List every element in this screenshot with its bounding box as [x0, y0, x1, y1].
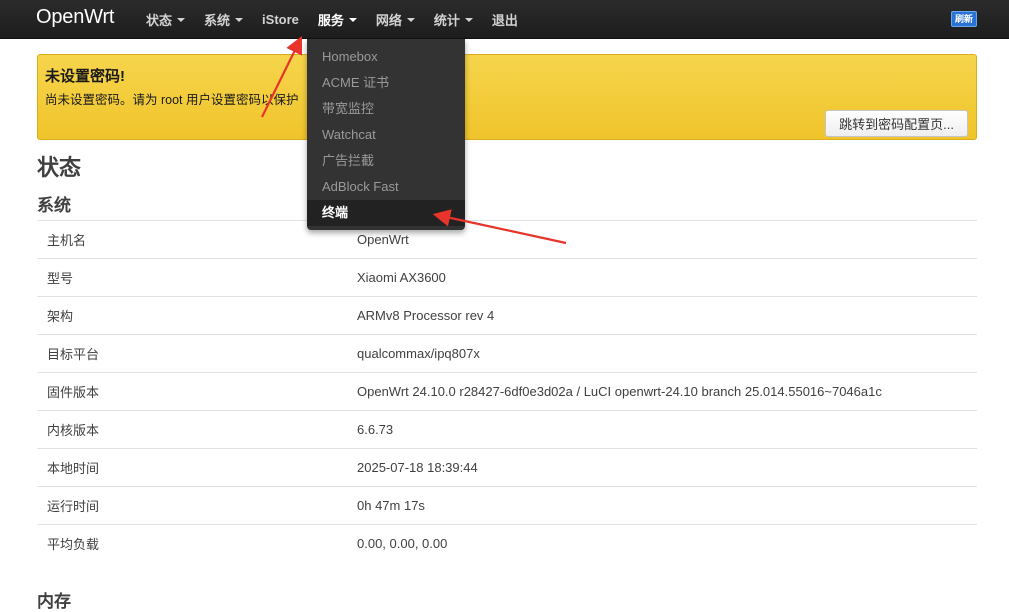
table-row: 主机名 OpenWrt [37, 220, 977, 259]
info-value: 2025-07-18 18:39:44 [357, 460, 478, 475]
caret-down-icon [464, 17, 473, 22]
menu-item-adblock-fast[interactable]: AdBlock Fast [307, 174, 465, 200]
nav-system[interactable]: 系统 [204, 10, 244, 29]
info-key: 固件版本 [47, 385, 100, 400]
info-key: 目标平台 [47, 347, 100, 362]
info-value: OpenWrt 24.10.0 r28427-6df0e3d02a / LuCI… [357, 384, 882, 399]
caret-down-icon [177, 17, 186, 22]
nav-status[interactable]: 状态 [146, 10, 186, 29]
info-value: ARMv8 Processor rev 4 [357, 308, 495, 323]
table-row: 本地时间 2025-07-18 18:39:44 [37, 448, 977, 487]
services-dropdown-menu: Homebox ACME 证书 带宽监控 Watchcat 广告拦截 AdBlo… [307, 39, 465, 230]
table-row: 固件版本 OpenWrt 24.10.0 r28427-6df0e3d02a /… [37, 372, 977, 411]
nav-services-label: 服务 [317, 12, 344, 28]
top-navbar: OpenWrt 状态 系统 iStore 服务 网络 统计 退出 刷新 [0, 0, 1009, 39]
info-value: 0.00, 0.00, 0.00 [357, 536, 448, 552]
table-row: 目标平台 qualcommax/ipq807x [37, 334, 977, 373]
table-row: 架构 ARMv8 Processor rev 4 [37, 296, 977, 335]
info-value: 0h 47m 17s [357, 498, 425, 513]
menu-item-acme[interactable]: ACME 证书 [307, 70, 465, 96]
table-row: 平均负载 0.00, 0.00, 0.00 [37, 524, 977, 563]
nav-istore-label: iStore [262, 11, 299, 27]
alert-text: 尚未设置密码。请为 root 用户设置密码以保护 [45, 93, 299, 107]
system-section-title: 系统 [37, 196, 71, 215]
info-key: 本地时间 [47, 461, 100, 476]
system-info-table: 主机名 OpenWrt 型号 Xiaomi AX3600 架构 ARMv8 Pr… [37, 220, 977, 563]
info-value: qualcommax/ipq807x [357, 346, 480, 361]
page-title: 状态 [37, 155, 82, 180]
menu-item-watchcat[interactable]: Watchcat [307, 122, 465, 148]
main-nav: 状态 系统 iStore 服务 网络 统计 退出 [146, 0, 537, 38]
no-password-alert: 未设置密码! 尚未设置密码。请为 root 用户设置密码以保护 跳转到密码配置页… [37, 54, 977, 140]
info-value: 6.6.73 [357, 422, 394, 437]
refresh-badge[interactable]: 刷新 [950, 11, 977, 27]
menu-item-bandwidth-monitor[interactable]: 带宽监控 [307, 96, 465, 122]
nav-istore[interactable]: iStore [262, 12, 299, 27]
nav-system-label: 系统 [204, 12, 231, 28]
nav-statistics-label: 统计 [433, 12, 460, 28]
menu-item-ad-block[interactable]: 广告拦截 [307, 148, 465, 174]
brand-logo[interactable]: OpenWrt [36, 6, 114, 29]
nav-logout[interactable]: 退出 [492, 10, 518, 29]
nav-logout-label: 退出 [491, 12, 518, 28]
info-key: 平均负载 [47, 537, 100, 553]
nav-network-label: 网络 [375, 12, 402, 28]
info-key: 架构 [47, 309, 74, 324]
caret-down-icon [235, 17, 244, 22]
alert-title: 未设置密码! [45, 68, 125, 85]
table-row: 运行时间 0h 47m 17s [37, 486, 977, 525]
table-row: 内核版本 6.6.73 [37, 410, 977, 449]
menu-item-terminal[interactable]: 终端 [307, 200, 465, 226]
table-row: 型号 Xiaomi AX3600 [37, 258, 977, 297]
nav-network[interactable]: 网络 [376, 10, 415, 29]
info-key: 运行时间 [47, 499, 100, 514]
caret-down-icon [406, 17, 415, 22]
memory-section-title: 内存 [37, 592, 71, 611]
goto-password-config-button[interactable]: 跳转到密码配置页... [825, 110, 968, 137]
info-key: 内核版本 [47, 423, 100, 438]
info-key: 型号 [47, 271, 74, 286]
nav-services[interactable]: 服务 [318, 10, 357, 29]
nav-statistics[interactable]: 统计 [434, 10, 473, 29]
caret-down-icon [348, 17, 357, 22]
info-value: Xiaomi AX3600 [357, 270, 446, 285]
menu-item-homebox[interactable]: Homebox [307, 44, 465, 70]
nav-status-label: 状态 [146, 12, 173, 28]
